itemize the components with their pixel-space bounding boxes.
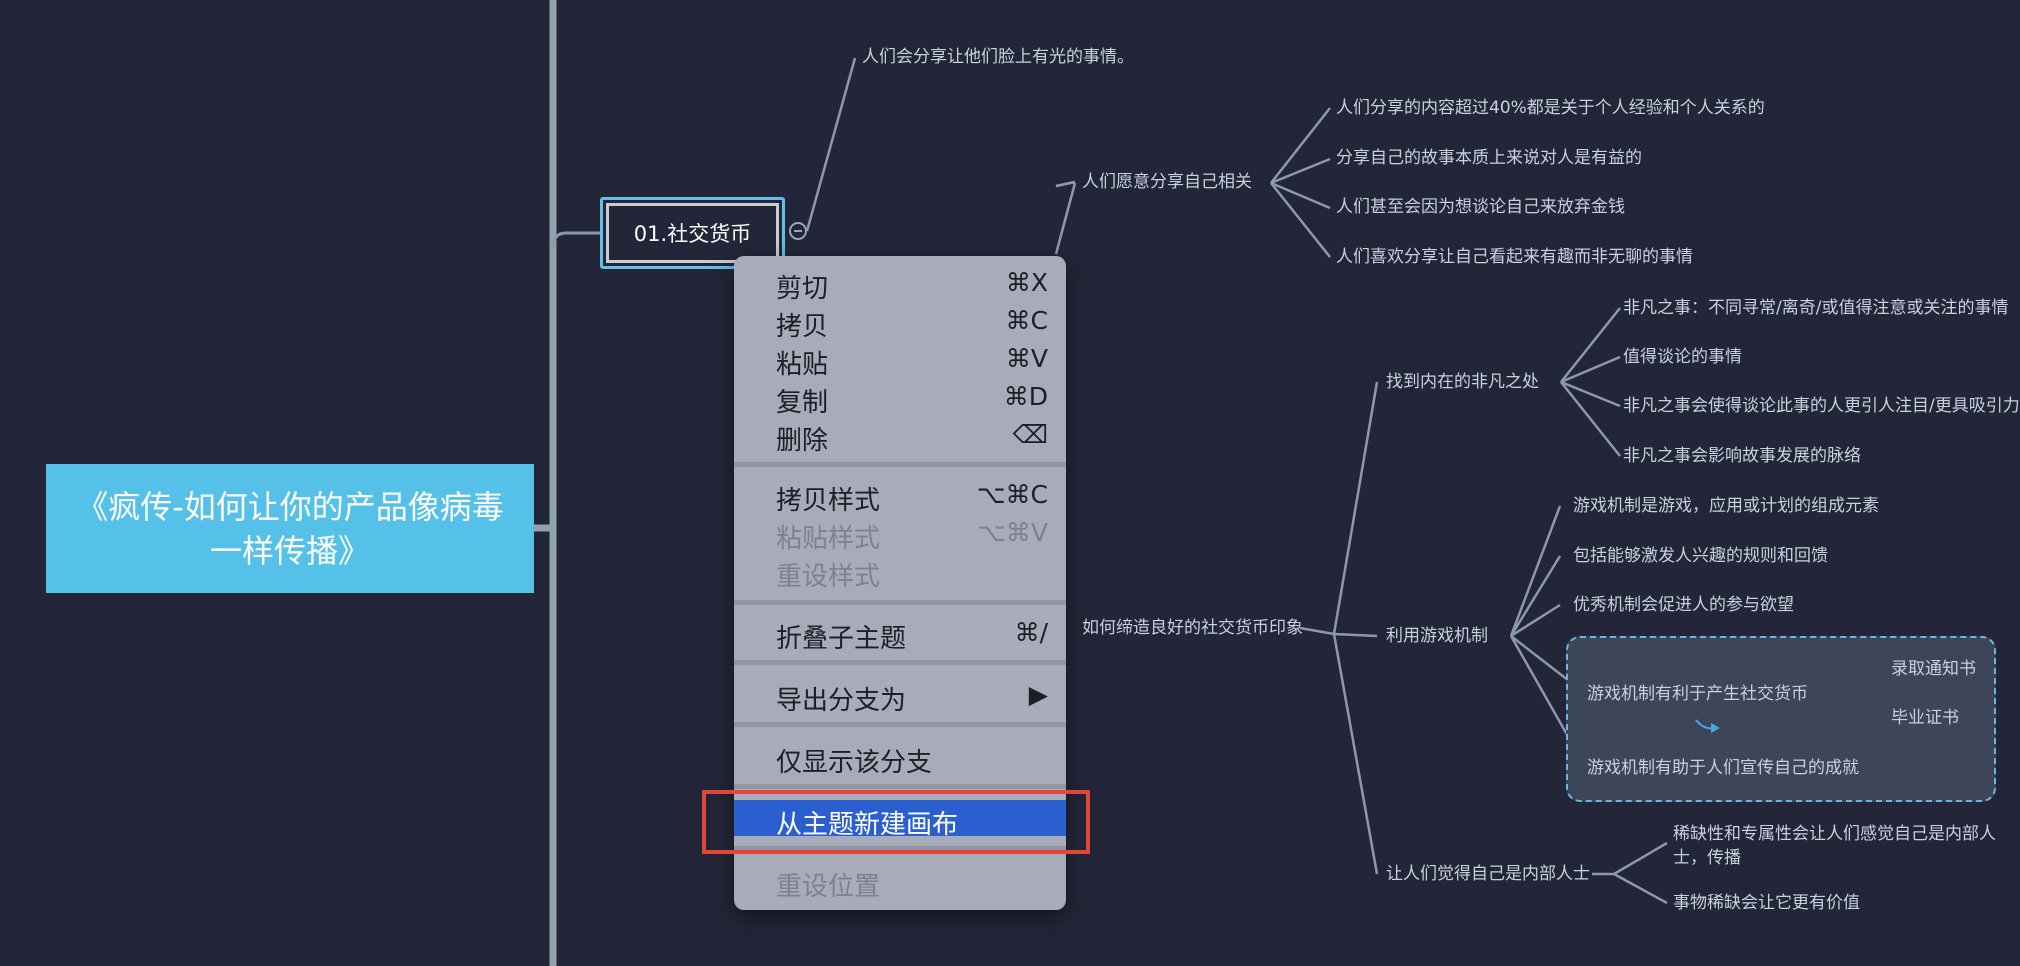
subtopic-game-1[interactable]: 游戏机制是游戏，应用或计划的组成元素: [1573, 496, 1879, 516]
subtopic-game-4a[interactable]: 录取通知书: [1891, 659, 1976, 679]
subtopic-self-share[interactable]: 人们愿意分享自己相关: [1082, 172, 1252, 192]
menu-item-export-branch[interactable]: 导出分支为 ▶: [734, 676, 1066, 716]
subtopic-impression[interactable]: 如何缔造良好的社交货币印象: [1082, 618, 1303, 638]
menu-item-duplicate[interactable]: 复制 ⌘D: [734, 378, 1066, 418]
submenu-arrow-icon: ▶: [1028, 680, 1048, 709]
subtopic-insider-1[interactable]: 稀缺性和专属性会让人们感觉自己是内部人士，传播: [1673, 822, 2013, 870]
menu-item-delete[interactable]: 删除 ⌫: [734, 416, 1066, 456]
menu-item-collapse-subtopics[interactable]: 折叠子主题 ⌘/: [734, 614, 1066, 654]
menu-separator: [734, 462, 1066, 467]
main-topic-label: 01.社交货币: [633, 222, 752, 246]
subtopic-insider[interactable]: 让人们觉得自己是内部人士: [1386, 864, 1590, 884]
subtopic-face[interactable]: 人们会分享让他们脸上有光的事情。: [862, 47, 1134, 67]
menu-separator: [734, 722, 1066, 727]
subtopic-game-5[interactable]: 游戏机制有助于人们宣传自己的成就: [1587, 758, 1859, 778]
menu-item-cut[interactable]: 剪切 ⌘X: [734, 264, 1066, 304]
menu-item-copy[interactable]: 拷贝 ⌘C: [734, 302, 1066, 342]
subtopic-find-extraordinary[interactable]: 找到内在的非凡之处: [1386, 372, 1539, 392]
subtopic-game-3[interactable]: 优秀机制会促进人的参与欲望: [1573, 595, 1794, 615]
subtopic-self-2[interactable]: 分享自己的故事本质上来说对人是有益的: [1336, 148, 1642, 168]
delete-key-icon: ⌫: [1012, 420, 1048, 449]
subtopic-extra-4[interactable]: 非凡之事会影响故事发展的脉络: [1623, 446, 1861, 466]
menu-item-copy-style[interactable]: 拷贝样式 ⌥⌘C: [734, 476, 1066, 516]
subtopic-game-4b[interactable]: 毕业证书: [1891, 708, 1959, 728]
annotation-highlight-box: [702, 790, 1090, 854]
menu-item-paste[interactable]: 粘贴 ⌘V: [734, 340, 1066, 380]
menu-separator: [734, 660, 1066, 665]
menu-item-show-only-branch[interactable]: 仅显示该分支: [734, 738, 1066, 778]
relationship-arrow-icon[interactable]: [1694, 718, 1724, 738]
mindmap-canvas[interactable]: 《疯传-如何让你的产品像病毒一样传播》 01.社交货币 人们会分享让他们脸上有光…: [0, 0, 2020, 966]
menu-separator: [734, 600, 1066, 605]
subtopic-game-4[interactable]: 游戏机制有利于产生社交货币: [1587, 684, 1808, 704]
subtopic-extra-1[interactable]: 非凡之事：不同寻常/离奇/或值得注意或关注的事情: [1623, 298, 2008, 318]
menu-item-reset-position: 重设位置: [776, 872, 881, 902]
subtopic-game-2[interactable]: 包括能够激发人兴趣的规则和回馈: [1573, 546, 1828, 566]
subtopic-self-4[interactable]: 人们喜欢分享让自己看起来有趣而非无聊的事情: [1336, 247, 1693, 267]
collapse-icon[interactable]: [789, 222, 807, 240]
subtopic-self-3[interactable]: 人们甚至会因为想谈论自己来放弃金钱: [1336, 197, 1625, 217]
menu-separator: [734, 784, 1066, 789]
subtopic-extra-2[interactable]: 值得谈论的事情: [1623, 347, 1742, 367]
subtopic-extra-3[interactable]: 非凡之事会使得谈论此事的人更引人注目/更具吸引力: [1623, 396, 2020, 416]
subtopic-self-1[interactable]: 人们分享的内容超过40%都是关于个人经验和个人关系的: [1336, 98, 1765, 118]
central-topic[interactable]: 《疯传-如何让你的产品像病毒一样传播》: [46, 464, 534, 593]
subtopic-insider-2[interactable]: 事物稀缺会让它更有价值: [1673, 893, 1860, 913]
central-topic-title: 《疯传-如何让你的产品像病毒一样传播》: [76, 487, 504, 570]
menu-item-reset-style: 重设样式: [776, 562, 881, 592]
subtopic-game-mechanics[interactable]: 利用游戏机制: [1386, 626, 1488, 646]
menu-item-paste-style: 粘贴样式 ⌥⌘V: [776, 518, 1048, 554]
